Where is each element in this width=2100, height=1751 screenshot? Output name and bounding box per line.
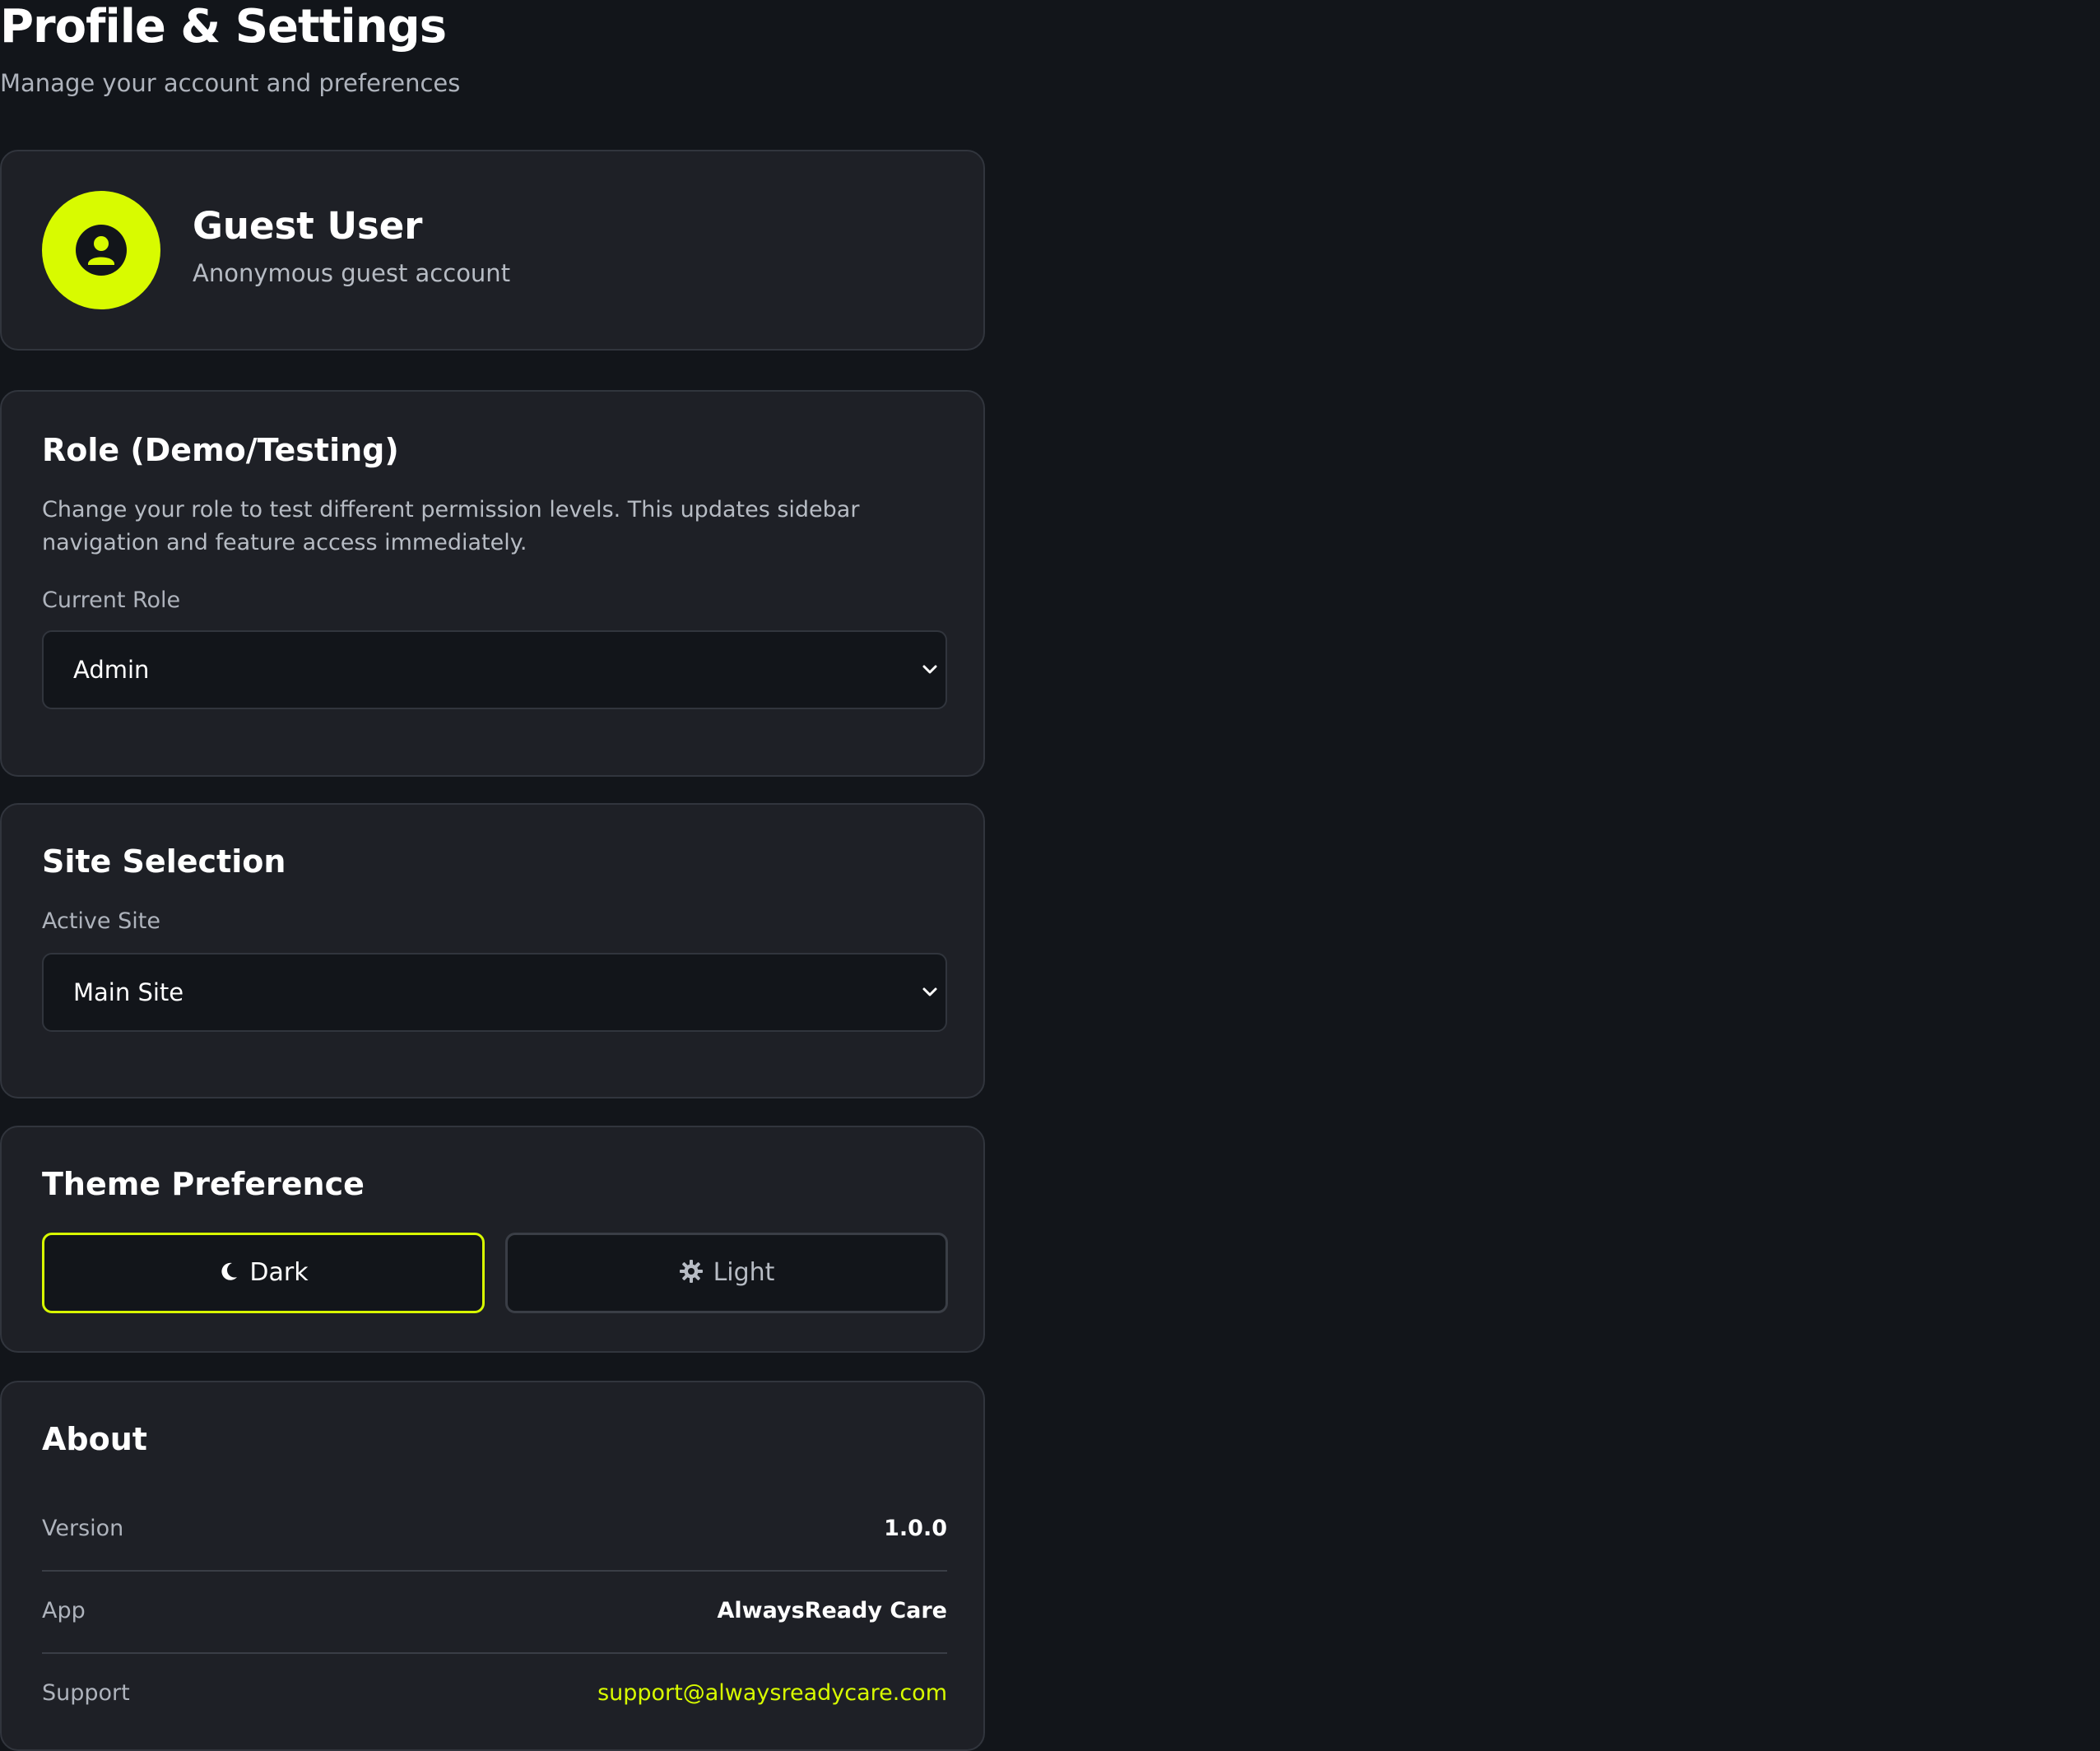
about-key: App (42, 1598, 86, 1623)
site-select-value: Main Site (73, 978, 184, 1006)
current-role-label: Current Role (42, 588, 181, 613)
theme-dark-button[interactable]: Dark (42, 1233, 485, 1313)
chevron-down-icon (922, 987, 937, 996)
about-row-app: App AlwaysReady Care (42, 1570, 947, 1654)
role-card: Role (Demo/Testing) Change your role to … (0, 390, 985, 777)
theme-dark-label: Dark (249, 1258, 309, 1287)
profile-name: Guest User (193, 204, 423, 248)
role-description: Change your role to test different permi… (42, 497, 860, 555)
about-value: AlwaysReady Care (717, 1598, 947, 1623)
theme-light-label: Light (713, 1258, 775, 1287)
about-key: Version (42, 1516, 124, 1541)
about-value: 1.0.0 (884, 1516, 947, 1541)
active-site-label: Active Site (42, 908, 160, 934)
page-subtitle: Manage your account and preferences (0, 69, 461, 97)
avatar (42, 191, 160, 309)
about-row-version: Version 1.0.0 (42, 1488, 947, 1572)
about-row-support: Support support@alwaysreadycare.com (42, 1652, 947, 1735)
theme-card: Theme Preference Dark Light (0, 1126, 985, 1353)
site-heading: Site Selection (42, 843, 286, 880)
theme-heading: Theme Preference (42, 1166, 365, 1202)
role-heading: Role (Demo/Testing) (42, 432, 399, 468)
profile-card: Guest User Anonymous guest account (0, 150, 985, 351)
user-circle-icon (76, 225, 127, 276)
moon-icon (221, 1262, 238, 1280)
support-email-link[interactable]: support@alwaysreadycare.com (597, 1652, 947, 1735)
gear-icon (679, 1259, 703, 1283)
site-card: Site Selection Active Site Main Site (0, 803, 985, 1098)
chevron-down-icon (922, 665, 937, 674)
about-card: About Version 1.0.0 App AlwaysReady Care… (0, 1381, 985, 1751)
profile-description: Anonymous guest account (193, 259, 511, 287)
site-select[interactable]: Main Site (42, 953, 947, 1032)
theme-light-button[interactable]: Light (505, 1233, 948, 1313)
page-title: Profile & Settings (0, 0, 447, 53)
role-select-value: Admin (73, 656, 150, 684)
about-key: Support (42, 1680, 130, 1706)
about-heading: About (42, 1421, 147, 1457)
role-select[interactable]: Admin (42, 630, 947, 709)
